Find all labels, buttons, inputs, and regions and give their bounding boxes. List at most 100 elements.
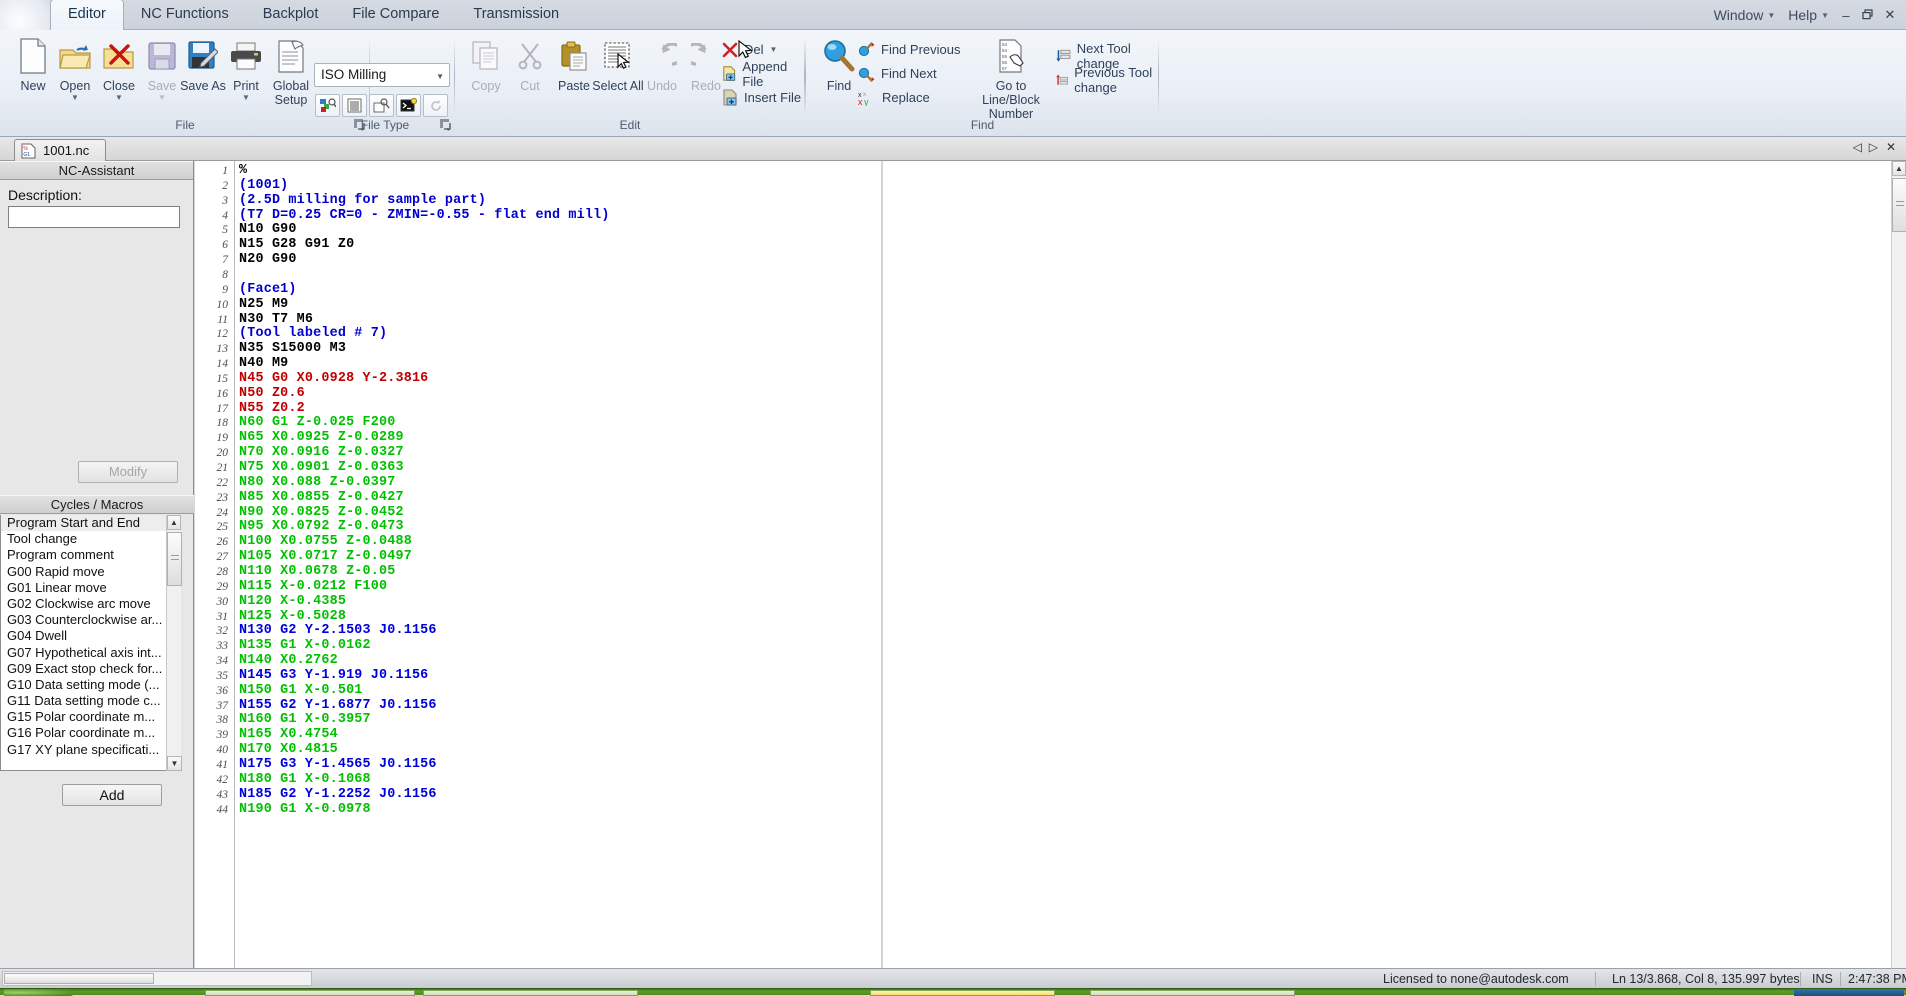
tab-next-button[interactable]: ▷ xyxy=(1869,140,1878,154)
scroll-down-arrow-icon[interactable]: ▼ xyxy=(167,756,182,771)
editor-splitter[interactable] xyxy=(881,161,883,968)
chevron-down-icon: ▼ xyxy=(436,72,444,81)
restore-button[interactable] xyxy=(1858,8,1878,23)
cursor-position-status: Ln 13/3.868, Col 8, 135.997 bytes xyxy=(1612,972,1800,986)
taskbar-item[interactable] xyxy=(1090,990,1295,996)
cycles-macros-list-item[interactable]: G09 Exact stop check for... xyxy=(1,661,180,677)
file-type-select[interactable]: ISO Milling ▼ xyxy=(314,63,450,87)
code-line-text: N170 X0.4815 xyxy=(239,742,338,758)
cycles-macros-list-item[interactable]: G10 Data setting mode (... xyxy=(1,677,180,693)
insert-file-button[interactable]: Insert File xyxy=(720,86,801,109)
menu-window[interactable]: Window xyxy=(1708,4,1766,26)
console-button[interactable] xyxy=(396,94,421,117)
code-line-text: N20 G90 xyxy=(239,252,297,268)
taskbar-item[interactable] xyxy=(423,990,638,996)
svg-text:55: 55 xyxy=(1002,54,1008,59)
nc-file-icon: % G1 xyxy=(21,143,36,159)
cycles-macros-list-item[interactable]: G11 Data setting mode c... xyxy=(1,693,180,709)
find-next-button[interactable]: Find Next xyxy=(856,62,937,85)
cycles-macros-list-item[interactable]: Tool change xyxy=(1,531,180,547)
horizontal-scrollbar[interactable] xyxy=(2,971,312,986)
undo-button-label: Undo xyxy=(647,79,677,93)
line-number: 12 xyxy=(216,328,229,341)
machine-config-button[interactable] xyxy=(315,94,340,117)
ribbon: New Open ▼ Close ▼ Save ▼ Save As Print … xyxy=(0,30,1906,137)
filetype-group-dialog-launcher[interactable] xyxy=(439,118,452,131)
tab-prev-button[interactable]: ◁ xyxy=(1853,140,1862,154)
tab-backplot[interactable]: Backplot xyxy=(246,0,336,30)
find-next-icon xyxy=(858,67,875,82)
scrollbar-thumb[interactable] xyxy=(167,532,182,586)
modify-button[interactable]: Modify xyxy=(78,461,178,483)
find-previous-button[interactable]: Find Previous xyxy=(856,38,960,61)
cycles-macros-list-item[interactable]: G02 Clockwise arc move xyxy=(1,596,180,612)
tab-close-button[interactable]: ✕ xyxy=(1886,140,1896,154)
code-line-text: N75 X0.0901 Z-0.0363 xyxy=(239,460,404,475)
code-line-text: N180 G1 X-0.1068 xyxy=(239,771,371,787)
append-file-button-label: Append File xyxy=(742,58,788,89)
ribbon-group-find: Find Find Previous Find Next x x x y Rep… xyxy=(805,32,1159,133)
code-line-text: N175 G3 Y-1.4565 J0.1156 xyxy=(239,757,437,772)
tab-file-compare[interactable]: File Compare xyxy=(335,0,456,30)
scrollbar-thumb[interactable] xyxy=(1892,178,1906,232)
append-file-button[interactable]: Append File xyxy=(720,59,805,89)
code-line-text: N80 X0.088 Z-0.0397 xyxy=(239,474,396,490)
refresh-button[interactable] xyxy=(423,94,448,117)
replace-icon: x x x y xyxy=(858,92,869,106)
line-number: 19 xyxy=(216,432,229,445)
cycles-macros-list-item[interactable]: G16 Polar coordinate m... xyxy=(1,725,180,741)
cycles-macros-list[interactable]: Program Start and End Tool change Program … xyxy=(0,515,181,771)
scroll-up-arrow-icon[interactable]: ▲ xyxy=(1892,161,1906,176)
line-number: 8 xyxy=(222,268,228,281)
line-number: 6 xyxy=(222,239,228,252)
tab-nc-functions[interactable]: NC Functions xyxy=(124,0,246,30)
previous-tool-change-button[interactable]: Previous Tool change xyxy=(1054,65,1159,95)
replace-button[interactable]: x x x y Replace xyxy=(856,86,930,109)
system-tray xyxy=(1794,990,1904,996)
cycles-macros-list-item[interactable]: Program Start and End xyxy=(1,515,180,532)
minimize-button[interactable]: – xyxy=(1836,8,1856,23)
code-editor[interactable]: 1% 2 (1001) 3 (2.5D milling for sample part)… xyxy=(195,161,1906,968)
code-line-text: N190 G1 X-0.0978 xyxy=(239,801,371,817)
list-config-button[interactable] xyxy=(342,94,367,117)
description-input[interactable] xyxy=(8,206,180,228)
cycles-macros-list-item[interactable]: Program comment xyxy=(1,547,180,563)
cycles-macros-list-item[interactable]: G04 Dwell xyxy=(1,628,180,644)
code-line-text: N25 M9 xyxy=(239,296,289,312)
copy-button-label: Copy xyxy=(471,79,501,93)
close-button[interactable]: ✕ xyxy=(1880,7,1900,23)
license-status: Licensed to none@autodesk.com xyxy=(1383,972,1569,986)
line-number: 39 xyxy=(216,729,229,742)
goto-line-button[interactable]: 53 54 55 56 57 Go to Line/Block Number xyxy=(966,36,1056,121)
scrollbar-thumb[interactable] xyxy=(4,973,154,984)
cycles-macros-list-item[interactable]: G17 XY plane specificati... xyxy=(1,742,180,758)
ribbon-tab-strip: Editor NC Functions Backplot File Compar… xyxy=(50,0,576,31)
cycles-macros-list-item[interactable]: G03 Counterclockwise ar... xyxy=(1,612,180,628)
cycles-macros-list-item[interactable]: G01 Linear move xyxy=(1,580,180,596)
scroll-up-arrow-icon[interactable]: ▲ xyxy=(167,515,181,530)
cycles-macros-list-item[interactable]: G15 Polar coordinate m... xyxy=(1,709,180,725)
code-line-text: (T7 D=0.25 CR=0 - ZMIN=-0.55 - flat end … xyxy=(239,207,610,223)
cycles-macros-list-item[interactable]: G07 Hypothetical axis int... xyxy=(1,645,180,661)
line-number: 11 xyxy=(217,313,228,326)
red-x-icon xyxy=(722,42,738,57)
svg-text:x: x xyxy=(858,97,863,106)
tab-editor[interactable]: Editor xyxy=(50,0,124,31)
tab-transmission[interactable]: Transmission xyxy=(456,0,576,30)
clock-status: 2:47:38 PM xyxy=(1848,972,1906,986)
add-button[interactable]: Add xyxy=(62,784,162,806)
cycles-macros-header: Cycles / Macros xyxy=(0,495,194,514)
code-line-text: N65 X0.0925 Z-0.0289 xyxy=(239,430,404,446)
document-tab-1001nc[interactable]: % G1 1001.nc xyxy=(14,139,107,161)
taskbar-item[interactable] xyxy=(205,990,415,996)
line-number: 32 xyxy=(216,625,229,638)
post-config-button[interactable] xyxy=(369,94,394,117)
restore-icon xyxy=(1862,8,1873,19)
menu-help[interactable]: Help xyxy=(1782,4,1819,26)
chevron-down-icon[interactable]: ▼ xyxy=(770,45,783,54)
code-line-text: N140 X0.2762 xyxy=(239,653,338,669)
cycles-macros-list-item[interactable]: G00 Rapid move xyxy=(1,564,180,580)
taskbar-item-active[interactable] xyxy=(870,990,1055,996)
cycles-macros-scrollbar[interactable]: ▲ ▼ xyxy=(166,515,182,771)
editor-vertical-scrollbar[interactable]: ▲ xyxy=(1891,161,1906,968)
